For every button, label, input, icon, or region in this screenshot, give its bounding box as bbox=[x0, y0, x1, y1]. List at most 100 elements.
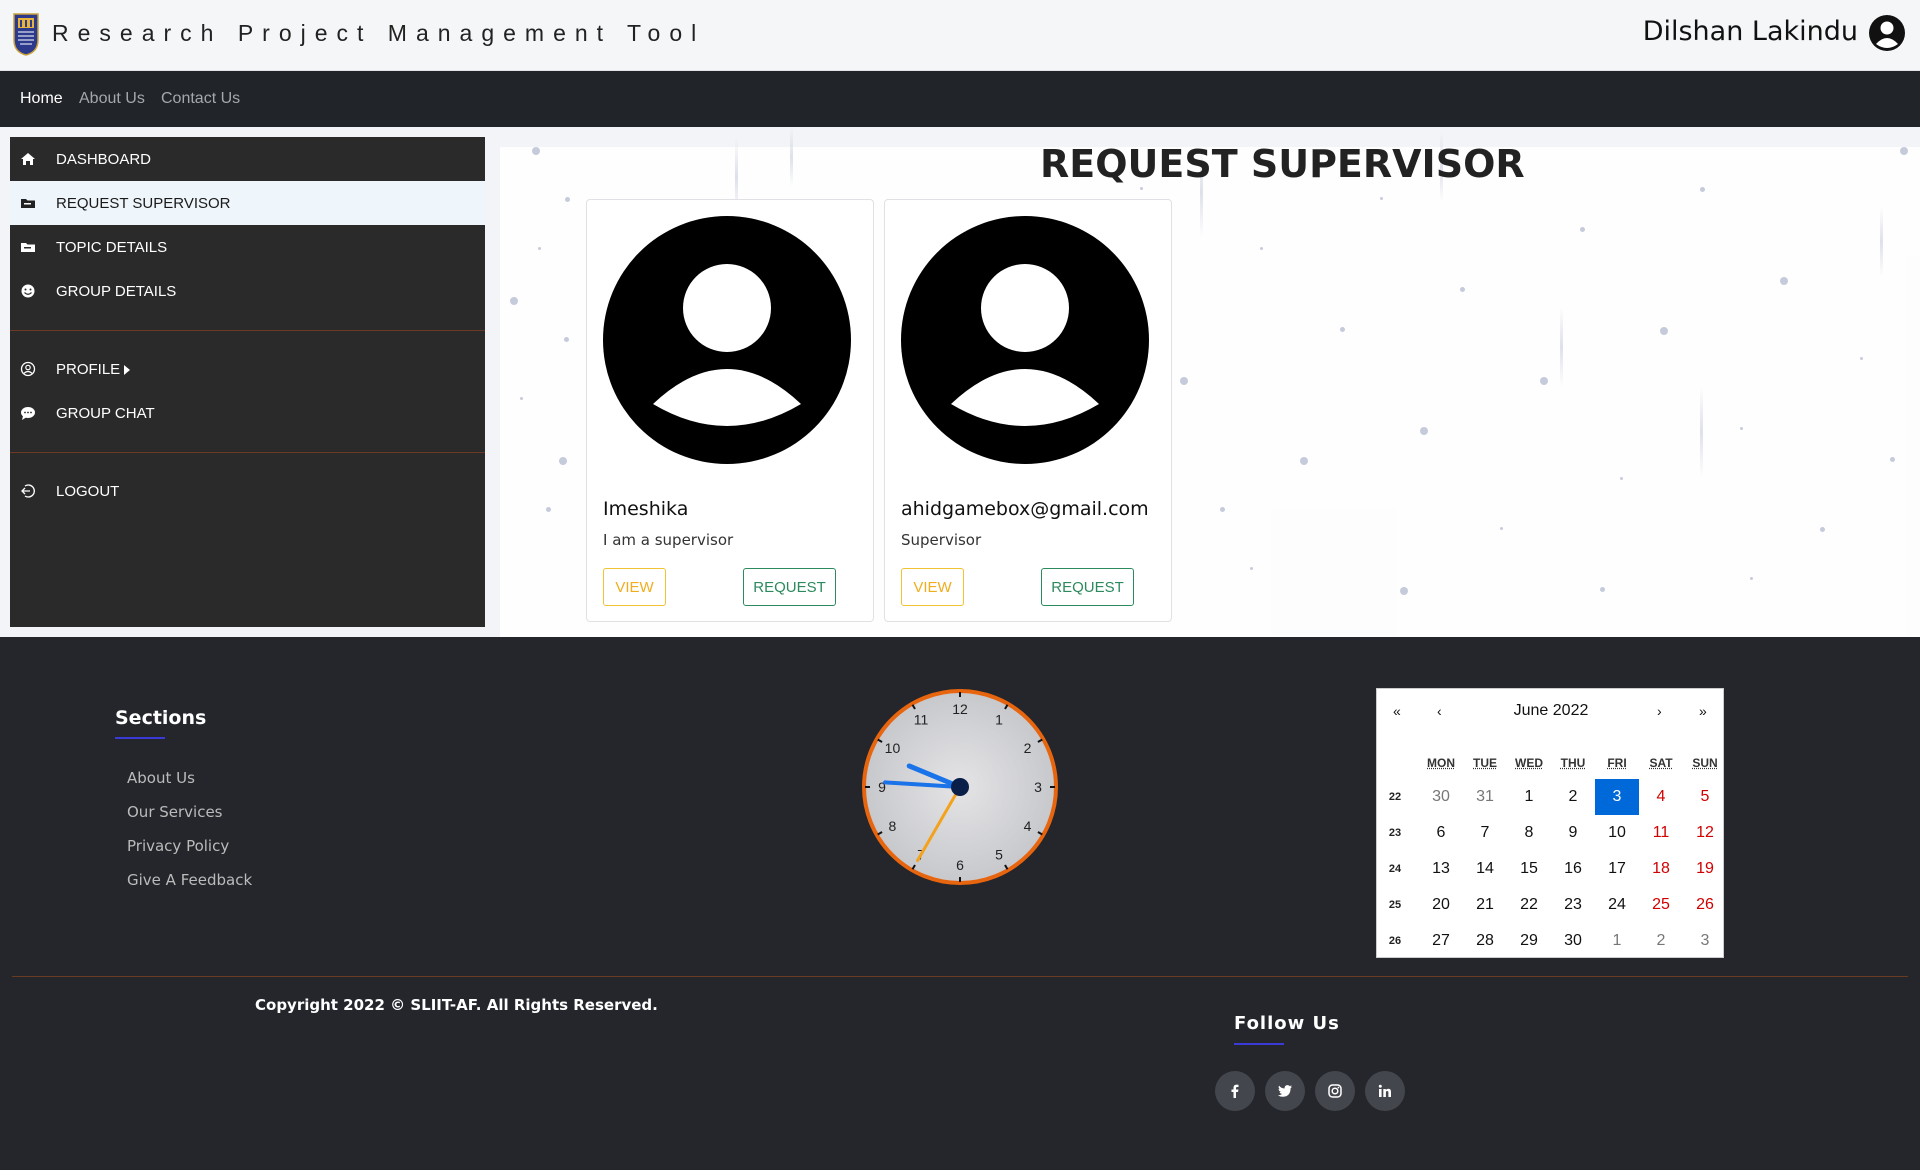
nav-about-link[interactable]: About Us bbox=[79, 90, 145, 108]
calendar-day[interactable]: 2 bbox=[1639, 923, 1683, 959]
calendar-day[interactable]: 12 bbox=[1683, 815, 1727, 851]
background-dot bbox=[1820, 527, 1825, 532]
logout-icon bbox=[21, 484, 35, 498]
calendar-day[interactable]: 26 bbox=[1683, 887, 1727, 923]
calendar-week-number: 25 bbox=[1388, 899, 1402, 911]
calendar-day[interactable]: 13 bbox=[1419, 851, 1463, 887]
sidebar-item-request-supervisor[interactable]: REQUEST SUPERVISOR bbox=[10, 181, 485, 225]
calendar-day[interactable]: 21 bbox=[1463, 887, 1507, 923]
calendar-week-number: 26 bbox=[1388, 935, 1402, 947]
calendar-day[interactable]: 8 bbox=[1507, 815, 1551, 851]
linkedin-link[interactable] bbox=[1365, 1071, 1405, 1111]
background-streak bbox=[1880, 207, 1883, 277]
calendar-day[interactable]: 7 bbox=[1463, 815, 1507, 851]
calendar-day[interactable]: 30 bbox=[1419, 779, 1463, 815]
calendar-day[interactable]: 3 bbox=[1595, 779, 1639, 815]
sidebar-item-topic-details[interactable]: TOPIC DETAILS bbox=[10, 225, 485, 269]
calendar-day[interactable]: 1 bbox=[1595, 923, 1639, 959]
calendar-weekday-header: FRI bbox=[1607, 756, 1627, 770]
calendar-day[interactable]: 4 bbox=[1639, 779, 1683, 815]
calendar-day[interactable]: 15 bbox=[1507, 851, 1551, 887]
user-avatar-icon bbox=[901, 216, 1149, 464]
follow-underline bbox=[1234, 1043, 1284, 1045]
calendar-day[interactable]: 20 bbox=[1419, 887, 1463, 923]
app-title: Research Project Management Tool bbox=[52, 20, 706, 46]
calendar-day[interactable]: 22 bbox=[1507, 887, 1551, 923]
user-avatar-icon[interactable] bbox=[1868, 14, 1906, 52]
clock-center bbox=[951, 778, 969, 796]
nav-home-link[interactable]: Home bbox=[20, 90, 63, 108]
sidebar-item-group-chat[interactable]: GROUP CHAT bbox=[10, 391, 485, 435]
calendar-day[interactable]: 23 bbox=[1551, 887, 1595, 923]
calendar-day[interactable]: 14 bbox=[1463, 851, 1507, 887]
background-dot bbox=[1780, 277, 1788, 285]
calendar-day[interactable]: 25 bbox=[1639, 887, 1683, 923]
calendar-day[interactable]: 18 bbox=[1639, 851, 1683, 887]
footer-divider bbox=[12, 976, 1908, 977]
sidebar-item-logout[interactable]: LOGOUT bbox=[10, 469, 485, 513]
calendar-next-year[interactable]: » bbox=[1699, 703, 1707, 719]
supervisor-name: ahidgamebox@gmail.com bbox=[901, 498, 1149, 520]
calendar-day[interactable]: 10 bbox=[1595, 815, 1639, 851]
calendar-day[interactable]: 17 bbox=[1595, 851, 1639, 887]
background-dot bbox=[1540, 377, 1548, 385]
twitter-link[interactable] bbox=[1265, 1071, 1305, 1111]
background-dot bbox=[1300, 457, 1308, 465]
calendar-month-label[interactable]: June 2022 bbox=[1377, 702, 1725, 720]
sidebar: DASHBOARD REQUEST SUPERVISOR TOPIC DETAI… bbox=[10, 137, 485, 627]
user-avatar-icon bbox=[603, 216, 851, 464]
footer-link-services[interactable]: Our Services bbox=[127, 803, 223, 821]
calendar-day[interactable]: 3 bbox=[1683, 923, 1727, 959]
calendar-day[interactable]: 5 bbox=[1683, 779, 1727, 815]
background-dot bbox=[1860, 357, 1863, 360]
view-button[interactable]: VIEW bbox=[901, 568, 964, 606]
footer-link-feedback[interactable]: Give A Feedback bbox=[127, 871, 252, 889]
background-dot bbox=[510, 297, 518, 305]
calendar-day[interactable]: 19 bbox=[1683, 851, 1727, 887]
clock-number: 12 bbox=[952, 701, 968, 717]
calendar-day[interactable]: 1 bbox=[1507, 779, 1551, 815]
clock-number: 8 bbox=[889, 818, 897, 834]
sidebar-divider bbox=[10, 330, 485, 331]
background-dot bbox=[564, 337, 569, 342]
footer-link-privacy[interactable]: Privacy Policy bbox=[127, 837, 229, 855]
calendar-day[interactable]: 2 bbox=[1551, 779, 1595, 815]
calendar-day[interactable]: 16 bbox=[1551, 851, 1595, 887]
sidebar-item-group-details[interactable]: GROUP DETAILS bbox=[10, 269, 485, 313]
sidebar-item-profile[interactable]: PROFILE bbox=[10, 347, 485, 391]
request-button[interactable]: REQUEST bbox=[743, 568, 836, 606]
calendar-day[interactable]: 9 bbox=[1551, 815, 1595, 851]
calendar-day[interactable]: 29 bbox=[1507, 923, 1551, 959]
background-dot bbox=[1380, 197, 1383, 200]
nav-contact-link[interactable]: Contact Us bbox=[161, 90, 240, 108]
background-dot bbox=[1420, 427, 1428, 435]
facebook-link[interactable] bbox=[1215, 1071, 1255, 1111]
background-dot bbox=[1890, 457, 1895, 462]
background-dot bbox=[559, 457, 567, 465]
calendar-day[interactable]: 31 bbox=[1463, 779, 1507, 815]
clock-number: 1 bbox=[995, 711, 1003, 727]
supervisor-description: I am a supervisor bbox=[603, 531, 734, 549]
sidebar-item-label: TOPIC DETAILS bbox=[56, 239, 168, 256]
view-button[interactable]: VIEW bbox=[603, 568, 666, 606]
calendar-day[interactable]: 27 bbox=[1419, 923, 1463, 959]
background-streak bbox=[1560, 307, 1563, 387]
calendar-weekday-header: SUN bbox=[1692, 756, 1718, 770]
calendar-day[interactable]: 30 bbox=[1551, 923, 1595, 959]
calendar-next-month[interactable]: › bbox=[1657, 703, 1662, 719]
calendar-weekday-header: SAT bbox=[1649, 756, 1673, 770]
clock-number: 3 bbox=[1034, 779, 1042, 795]
sidebar-item-label: PROFILE bbox=[56, 361, 121, 378]
user-circle-icon bbox=[20, 361, 36, 377]
user-name[interactable]: Dilshan Lakindu bbox=[1643, 16, 1858, 47]
sidebar-item-dashboard[interactable]: DASHBOARD bbox=[10, 137, 485, 181]
request-button[interactable]: REQUEST bbox=[1041, 568, 1134, 606]
background-dot bbox=[1250, 567, 1253, 570]
instagram-link[interactable] bbox=[1315, 1071, 1355, 1111]
footer-link-about[interactable]: About Us bbox=[127, 769, 195, 787]
calendar-day[interactable]: 11 bbox=[1639, 815, 1683, 851]
background-dot bbox=[1750, 577, 1753, 580]
calendar-day[interactable]: 28 bbox=[1463, 923, 1507, 959]
calendar-day[interactable]: 24 bbox=[1595, 887, 1639, 923]
calendar-day[interactable]: 6 bbox=[1419, 815, 1463, 851]
